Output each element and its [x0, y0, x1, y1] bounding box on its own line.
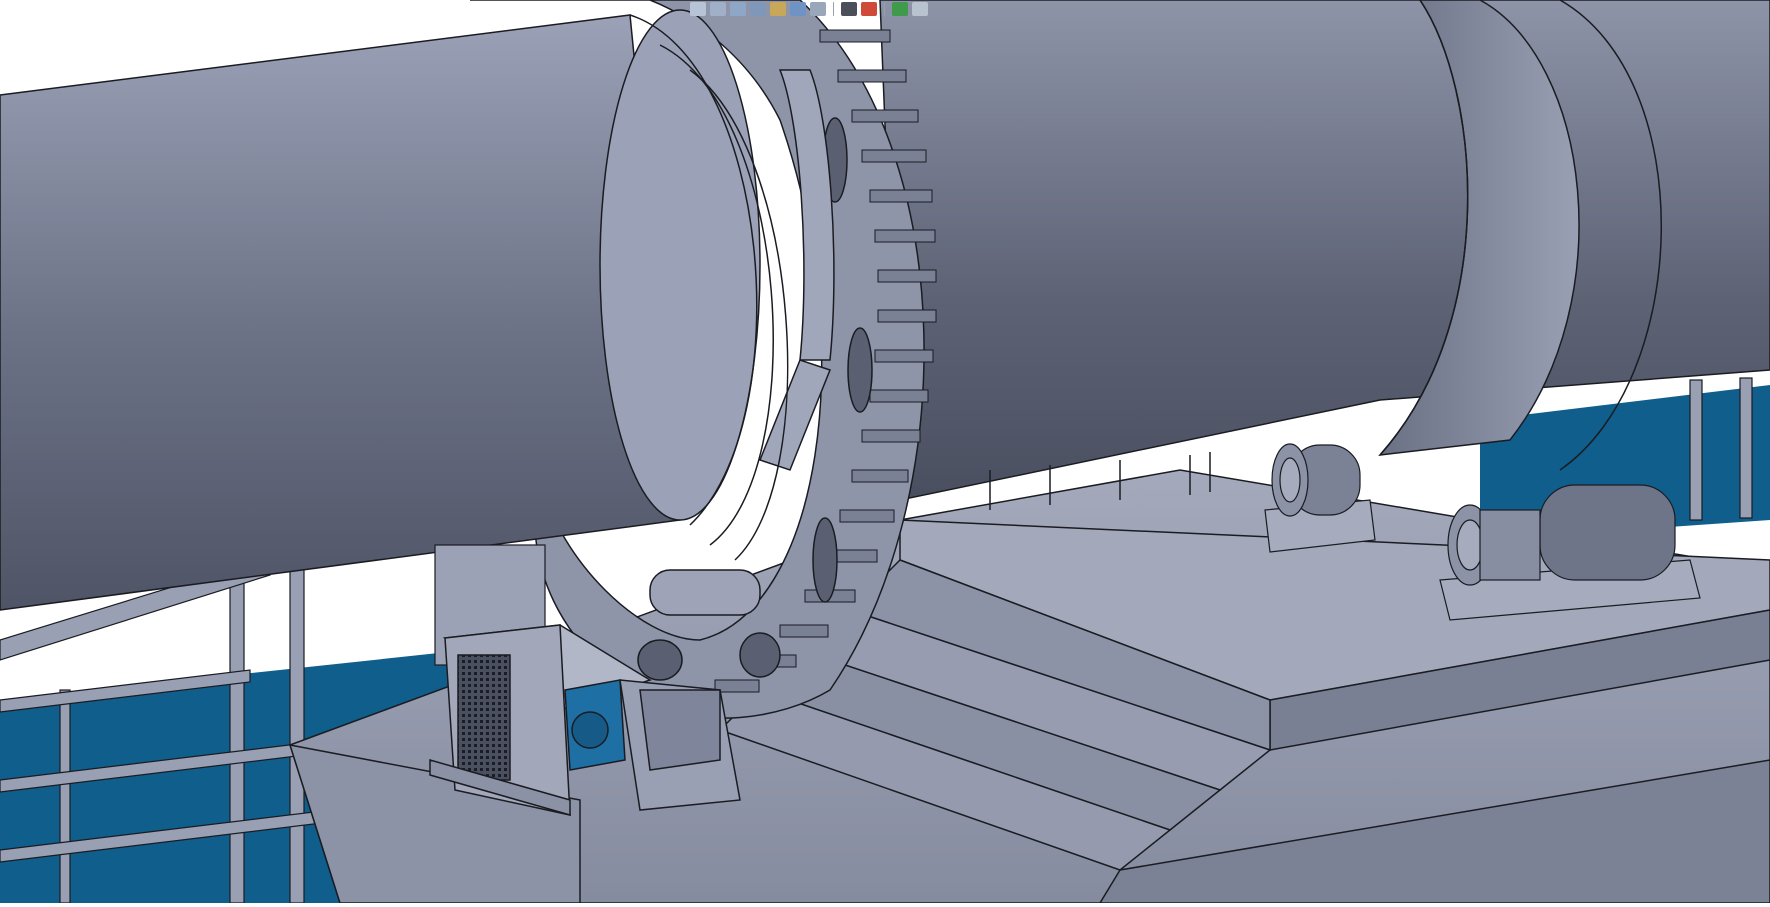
ventilation-grille	[457, 654, 511, 781]
view-rotate-icon[interactable]	[710, 2, 726, 16]
view-toolbar	[690, 0, 928, 18]
shading-icon[interactable]	[841, 2, 857, 16]
multi-view-icon[interactable]	[790, 2, 806, 16]
swap-visible-space-icon[interactable]	[892, 2, 908, 16]
rotary-kiln-assembly-model[interactable]	[0, 0, 1770, 904]
kiln-drum-left[interactable]	[0, 9, 789, 611]
zoom-icon[interactable]	[690, 2, 706, 16]
toolbar-separator	[884, 2, 885, 16]
toolbar-separator	[833, 2, 834, 16]
support-roller-1[interactable]	[1264, 443, 1376, 553]
cad-3d-viewport[interactable]	[0, 0, 1770, 904]
pan-icon[interactable]	[730, 2, 746, 16]
normal-view-icon[interactable]	[770, 2, 786, 16]
hide-show-icon[interactable]	[861, 2, 877, 16]
display-options-icon[interactable]	[912, 2, 928, 16]
fit-all-icon[interactable]	[750, 2, 766, 16]
support-roller-2[interactable]	[1439, 484, 1701, 621]
iso-view-icon[interactable]	[810, 2, 826, 16]
